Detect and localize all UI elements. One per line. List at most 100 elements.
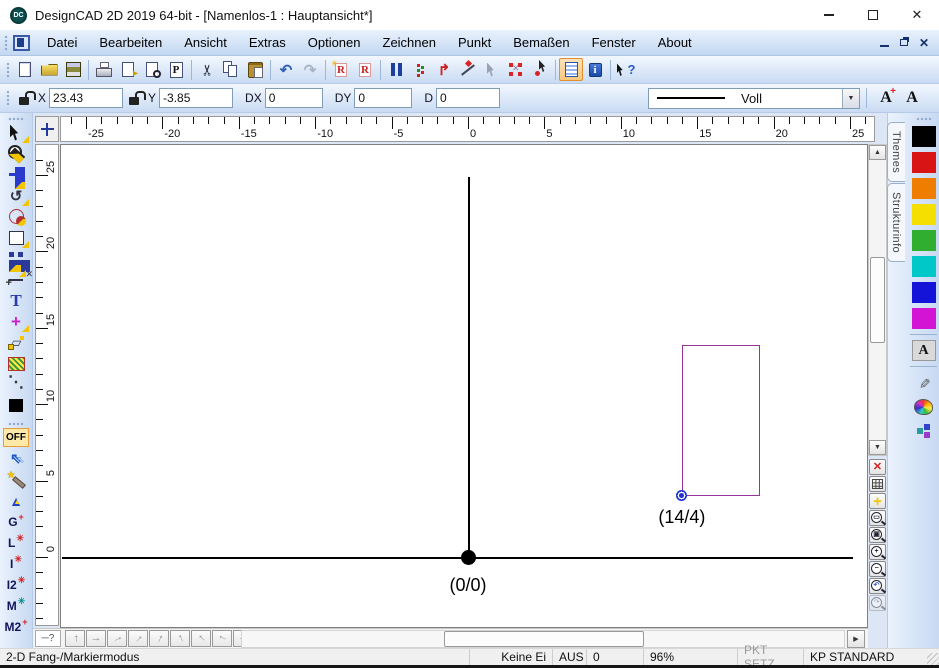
record-macro-icon[interactable] — [329, 58, 353, 81]
page-setup-icon[interactable] — [164, 58, 188, 81]
array-tool-icon[interactable] — [3, 249, 30, 268]
intersection2-snap-icon[interactable]: I2✳ — [3, 575, 30, 594]
grid-icon[interactable] — [869, 476, 886, 492]
direction-arrow-button-5[interactable]: → — [149, 630, 169, 647]
open-file-icon[interactable] — [37, 58, 61, 81]
horizontal-scroll-thumb[interactable] — [444, 631, 644, 647]
dx-input[interactable] — [265, 88, 323, 108]
cut-icon[interactable] — [195, 58, 219, 81]
gravity-snap-icon[interactable]: G+ — [3, 512, 30, 531]
info-box-icon[interactable] — [583, 58, 607, 81]
toolbar-grip[interactable] — [5, 61, 10, 79]
font-button[interactable]: A — [899, 87, 925, 109]
point-display-icon[interactable] — [408, 58, 432, 81]
vertical-scroll-thumb[interactable] — [870, 257, 885, 343]
color-swatch-7[interactable] — [912, 282, 936, 303]
menu-item-ansicht[interactable]: Ansicht — [173, 30, 238, 55]
x-input[interactable] — [49, 88, 123, 108]
menu-item-optionen[interactable]: Optionen — [297, 30, 372, 55]
intersection-snap-icon[interactable]: I✳ — [3, 554, 30, 573]
ruler-origin-button[interactable] — [35, 116, 59, 142]
mdi-minimize-icon[interactable] — [880, 45, 889, 47]
point-tool-icon[interactable] — [3, 312, 30, 331]
close-button[interactable]: ✕ — [895, 0, 939, 30]
tab-strukturinfo[interactable]: Strukturinfo — [887, 183, 905, 262]
line-style-dropdown-button[interactable]: ▼ — [842, 89, 859, 108]
text-style-button[interactable]: A — [912, 340, 936, 361]
minimize-button[interactable] — [807, 0, 851, 30]
context-help-icon[interactable] — [614, 58, 638, 81]
print-icon[interactable] — [92, 58, 116, 81]
pause-icon[interactable] — [384, 58, 408, 81]
add-font-button[interactable]: A — [873, 87, 899, 109]
move-tool-icon[interactable] — [3, 165, 30, 184]
line-snap-icon[interactable]: L✳ — [3, 533, 30, 552]
circle-tool-icon[interactable] — [3, 207, 30, 226]
y-input[interactable] — [159, 88, 233, 108]
zoom-fit-icon[interactable]: ▭ — [869, 510, 886, 526]
trace-arrow-icon[interactable] — [432, 58, 456, 81]
redo-icon[interactable] — [298, 58, 322, 81]
blocks-icon[interactable] — [912, 420, 936, 442]
maximize-button[interactable] — [851, 0, 895, 30]
direction-arrow-button-1[interactable]: → — [65, 630, 85, 647]
menu-item-zeichnen[interactable]: Zeichnen — [372, 30, 447, 55]
y-lock-icon[interactable] — [129, 91, 143, 105]
wand-snap-icon[interactable] — [3, 470, 30, 489]
menu-item-about[interactable]: About — [647, 30, 703, 55]
toolbar-grip[interactable] — [7, 421, 25, 426]
color-swatch-4[interactable] — [912, 204, 936, 225]
midpoint-snap-icon[interactable]: M✳ — [3, 596, 30, 615]
line-style-combo[interactable]: Voll ▼ — [648, 88, 860, 109]
drawing-canvas[interactable]: (0/0) (14/4) — [60, 144, 868, 628]
origin-cross-icon[interactable]: + — [869, 493, 886, 509]
select-tool-icon[interactable] — [3, 123, 30, 142]
linestyle-tool-icon[interactable] — [3, 375, 30, 394]
zoom-out-icon[interactable]: − — [869, 561, 886, 577]
direction-arrow-button-3[interactable]: → — [107, 630, 127, 647]
dy-input[interactable] — [354, 88, 412, 108]
mdi-restore-icon[interactable] — [900, 39, 908, 46]
color-swatch-2[interactable] — [912, 152, 936, 173]
menu-item-extras[interactable]: Extras — [238, 30, 297, 55]
scroll-down-button[interactable]: ▼ — [869, 440, 886, 455]
direction-arrow-button-2[interactable]: → — [86, 630, 106, 647]
color-swatch-8[interactable] — [912, 308, 936, 329]
ruler-options-icon[interactable] — [35, 630, 61, 647]
color-swatch-5[interactable] — [912, 230, 936, 251]
angle-snap-icon[interactable] — [456, 58, 480, 81]
new-file-icon[interactable] — [13, 58, 37, 81]
toolbar-grip[interactable] — [915, 116, 933, 121]
toolbar-grip[interactable] — [5, 89, 10, 107]
palette-icon[interactable] — [912, 396, 936, 418]
node-edit-tool-icon[interactable] — [3, 333, 30, 352]
print-preview-icon[interactable] — [116, 58, 140, 81]
drawn-rectangle[interactable] — [682, 345, 760, 496]
black-color-swatch[interactable] — [3, 396, 30, 415]
text-tool-icon[interactable] — [3, 291, 30, 310]
rectangle-point-marker[interactable] — [676, 490, 687, 501]
zoom-window-icon[interactable]: ▣ — [869, 527, 886, 543]
resize-grip[interactable] — [923, 649, 939, 665]
drag-snap-icon[interactable] — [3, 449, 30, 468]
vertical-scrollbar[interactable]: ▲ ▼ — [868, 144, 887, 456]
zoom-tool-icon[interactable] — [3, 144, 30, 163]
x-lock-icon[interactable] — [19, 91, 33, 105]
grid-close-icon[interactable]: ✕ — [869, 459, 886, 475]
copy-icon[interactable] — [219, 58, 243, 81]
direction-arrow-button-7[interactable]: → — [191, 630, 211, 647]
menu-item-bearbeiten[interactable]: Bearbeiten — [88, 30, 173, 55]
direction-arrow-button-8[interactable]: → — [212, 630, 232, 647]
scroll-up-button[interactable]: ▲ — [869, 145, 886, 160]
toolbar-grip[interactable] — [7, 116, 25, 121]
menu-item-bemaßen[interactable]: Bemaßen — [502, 30, 580, 55]
info-panel-icon[interactable] — [559, 58, 583, 81]
zoom-preview-icon[interactable] — [140, 58, 164, 81]
rotate-tool-icon[interactable] — [3, 186, 30, 205]
scroll-right-button[interactable]: ▶ — [847, 630, 865, 648]
tab-themes[interactable]: Themes — [887, 122, 905, 182]
undo-icon[interactable] — [274, 58, 298, 81]
document-icon[interactable] — [13, 35, 30, 51]
color-swatch-6[interactable] — [912, 256, 936, 277]
snap-off-button[interactable]: OFF — [3, 428, 29, 447]
